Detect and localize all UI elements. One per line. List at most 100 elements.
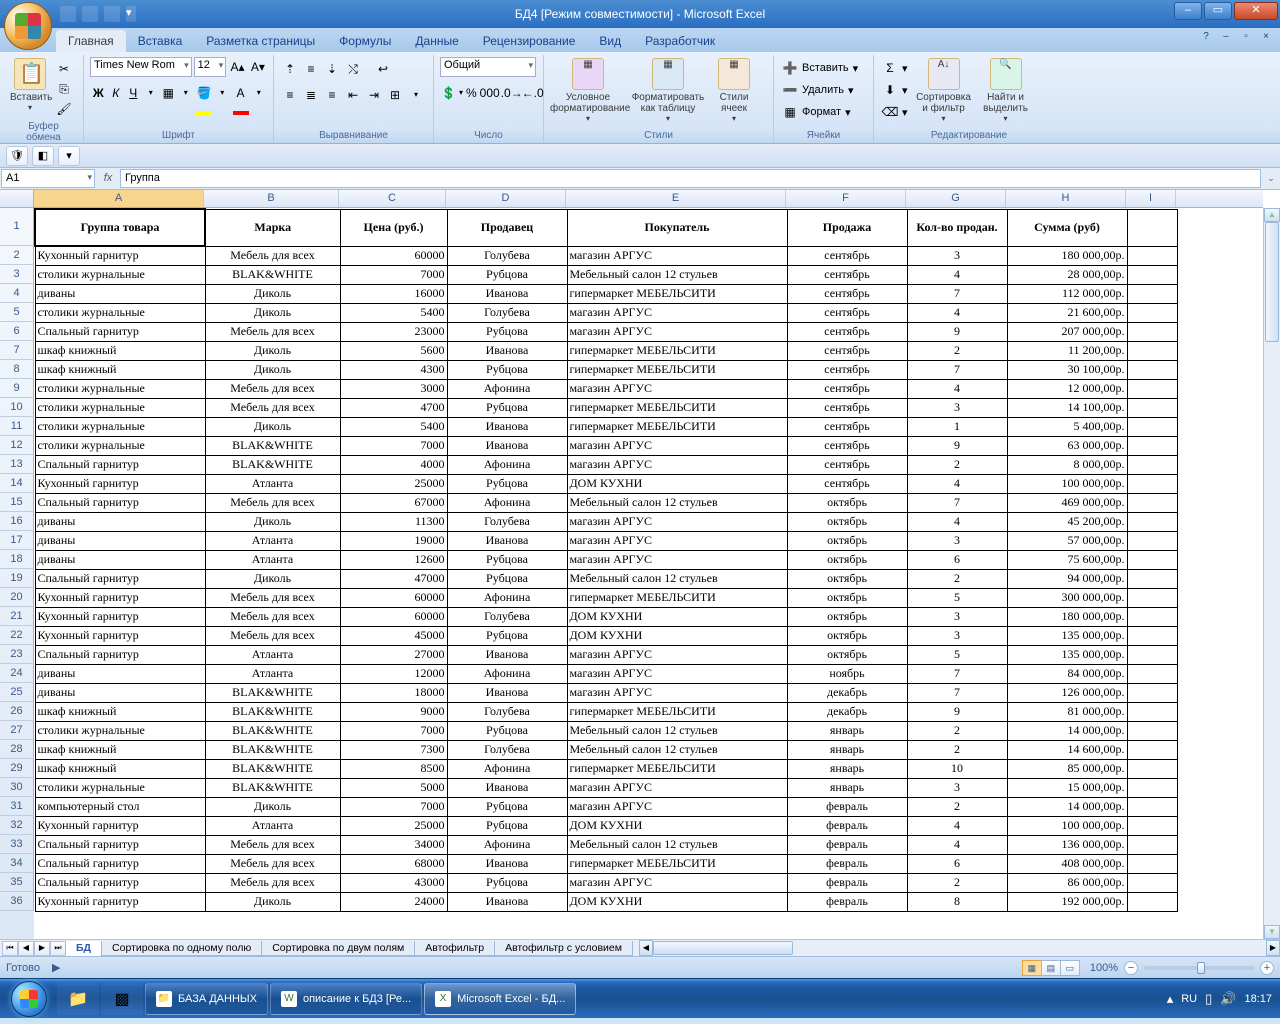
- cell[interactable]: Атланта: [205, 474, 340, 493]
- cell[interactable]: Мебель для всех: [205, 246, 340, 265]
- cell[interactable]: Афонина: [447, 588, 567, 607]
- row-header-16[interactable]: 16: [0, 512, 34, 531]
- header-cell[interactable]: Группа товара: [35, 209, 205, 246]
- cell[interactable]: [1127, 455, 1177, 474]
- cell[interactable]: сентябрь: [787, 455, 907, 474]
- cell[interactable]: [1127, 569, 1177, 588]
- cell[interactable]: Голубева: [447, 702, 567, 721]
- zoom-out-button[interactable]: −: [1124, 961, 1138, 975]
- cell[interactable]: столики журнальные: [35, 721, 205, 740]
- cell[interactable]: сентябрь: [787, 379, 907, 398]
- currency-icon[interactable]: 💲: [440, 83, 457, 103]
- cell[interactable]: январь: [787, 740, 907, 759]
- row-header-26[interactable]: 26: [0, 702, 34, 721]
- cell[interactable]: столики журнальные: [35, 398, 205, 417]
- cell[interactable]: сентябрь: [787, 417, 907, 436]
- cell[interactable]: ДОМ КУХНИ: [567, 816, 787, 835]
- font-name-combo[interactable]: Times New Rom: [90, 57, 192, 77]
- cell[interactable]: 60000: [340, 607, 447, 626]
- cell[interactable]: 25000: [340, 474, 447, 493]
- align-right-icon[interactable]: ≡: [322, 85, 342, 105]
- cell[interactable]: 43000: [340, 873, 447, 892]
- cell[interactable]: сентябрь: [787, 322, 907, 341]
- cell[interactable]: 24000: [340, 892, 447, 911]
- cell[interactable]: [1127, 493, 1177, 512]
- cell[interactable]: 12 000,00р.: [1007, 379, 1127, 398]
- cell[interactable]: сентябрь: [787, 284, 907, 303]
- cell[interactable]: октябрь: [787, 531, 907, 550]
- clock[interactable]: 18:17: [1244, 993, 1272, 1005]
- cell[interactable]: февраль: [787, 873, 907, 892]
- cell[interactable]: 4700: [340, 398, 447, 417]
- custom1-icon[interactable]: ◧: [32, 146, 54, 166]
- cell[interactable]: 25000: [340, 816, 447, 835]
- cell[interactable]: ДОМ КУХНИ: [567, 892, 787, 911]
- percent-icon[interactable]: %: [465, 83, 478, 103]
- cell[interactable]: 8: [907, 892, 1007, 911]
- cell[interactable]: Иванова: [447, 341, 567, 360]
- cell[interactable]: магазин АРГУС: [567, 645, 787, 664]
- cell[interactable]: сентябрь: [787, 436, 907, 455]
- cell[interactable]: 5400: [340, 303, 447, 322]
- scroll-left-icon[interactable]: ◀: [639, 940, 653, 956]
- header-cell[interactable]: Марка: [205, 209, 340, 246]
- cell[interactable]: Афонина: [447, 835, 567, 854]
- cell[interactable]: [1127, 341, 1177, 360]
- cell[interactable]: 60000: [340, 588, 447, 607]
- cell[interactable]: Мебель для всех: [205, 493, 340, 512]
- cell[interactable]: Рубцова: [447, 569, 567, 588]
- cell[interactable]: магазин АРГУС: [567, 531, 787, 550]
- cell[interactable]: 84 000,00р.: [1007, 664, 1127, 683]
- indent-increase-icon[interactable]: ⇥: [364, 85, 384, 105]
- cell[interactable]: Мебельный салон 12 стульев: [567, 493, 787, 512]
- increase-decimal-icon[interactable]: .0→: [500, 83, 520, 103]
- cell[interactable]: гипермаркет МЕБЕЛЬСИТИ: [567, 759, 787, 778]
- cell[interactable]: BLAK&WHITE: [205, 455, 340, 474]
- cell[interactable]: [1127, 626, 1177, 645]
- cell[interactable]: 45 200,00р.: [1007, 512, 1127, 531]
- office-button[interactable]: [4, 2, 52, 50]
- cell[interactable]: BLAK&WHITE: [205, 740, 340, 759]
- cell[interactable]: Иванова: [447, 854, 567, 873]
- totalcmd-pin-icon[interactable]: ▩: [101, 983, 143, 1015]
- delete-cells-button[interactable]: ➖Удалить ▾: [780, 79, 860, 101]
- cell[interactable]: Рубцова: [447, 265, 567, 284]
- scroll-up-icon[interactable]: ▲: [1264, 208, 1280, 222]
- row-header-20[interactable]: 20: [0, 588, 34, 607]
- header-cell[interactable]: Покупатель: [567, 209, 787, 246]
- cell[interactable]: 180 000,00р.: [1007, 246, 1127, 265]
- cell[interactable]: 23000: [340, 322, 447, 341]
- cell[interactable]: Мебель для всех: [205, 626, 340, 645]
- cell[interactable]: февраль: [787, 797, 907, 816]
- cell[interactable]: Кухонный гарнитур: [35, 892, 205, 911]
- cell[interactable]: Голубева: [447, 740, 567, 759]
- cell[interactable]: 68000: [340, 854, 447, 873]
- cell[interactable]: январь: [787, 759, 907, 778]
- orientation-icon[interactable]: ⤭: [343, 59, 363, 79]
- row-header-24[interactable]: 24: [0, 664, 34, 683]
- cell[interactable]: Иванова: [447, 284, 567, 303]
- ribbon-tab-4[interactable]: Данные: [403, 30, 470, 52]
- cell[interactable]: 6: [907, 854, 1007, 873]
- row-header-13[interactable]: 13: [0, 455, 34, 474]
- cell[interactable]: Рубцова: [447, 873, 567, 892]
- col-header-I[interactable]: I: [1126, 190, 1176, 207]
- cell[interactable]: февраль: [787, 816, 907, 835]
- cell[interactable]: Диколь: [205, 341, 340, 360]
- row-header-31[interactable]: 31: [0, 797, 34, 816]
- cell[interactable]: Иванова: [447, 417, 567, 436]
- find-select-button[interactable]: 🔍Найти и выделить▾: [978, 57, 1034, 123]
- cell[interactable]: BLAK&WHITE: [205, 778, 340, 797]
- normal-view-icon[interactable]: ▦: [1022, 960, 1042, 976]
- cell[interactable]: магазин АРГУС: [567, 512, 787, 531]
- cell[interactable]: Мебель для всех: [205, 607, 340, 626]
- cell[interactable]: Атланта: [205, 664, 340, 683]
- cell[interactable]: BLAK&WHITE: [205, 759, 340, 778]
- row-header-29[interactable]: 29: [0, 759, 34, 778]
- sheet-tab[interactable]: Автофильтр с условием: [494, 941, 633, 956]
- cell[interactable]: диваны: [35, 683, 205, 702]
- cell[interactable]: 135 000,00р.: [1007, 645, 1127, 664]
- row-header-30[interactable]: 30: [0, 778, 34, 797]
- align-center-icon[interactable]: ≣: [301, 85, 321, 105]
- cell[interactable]: Афонина: [447, 493, 567, 512]
